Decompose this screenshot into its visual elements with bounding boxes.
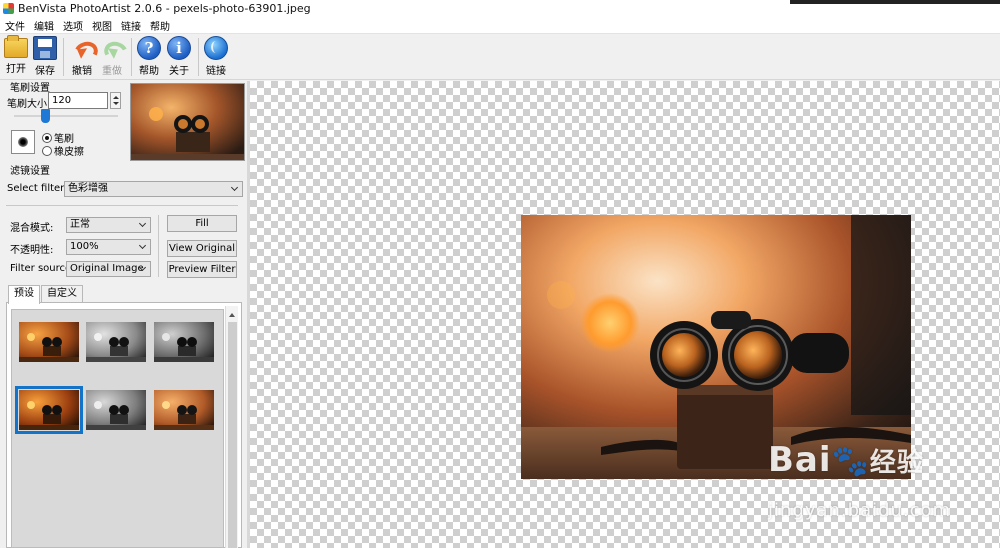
menu-view[interactable]: 视图: [87, 18, 116, 33]
toolbar-separator: [63, 38, 64, 76]
about-label: 关于: [169, 66, 189, 77]
title-bar-decoration: [790, 0, 1000, 4]
tab-presets[interactable]: 预设: [8, 285, 40, 304]
select-filter-label: Select filter:: [7, 183, 68, 194]
open-folder-icon: [4, 35, 28, 58]
undo-arrow-icon: [70, 36, 94, 60]
link-globe-icon: [204, 36, 228, 60]
brush-size-label: 笔刷大小:: [7, 99, 51, 110]
filter-source-label: Filter source:: [10, 263, 75, 274]
preset-thumbnail[interactable]: [86, 322, 146, 362]
brush-size-slider[interactable]: [14, 115, 118, 117]
preset-thumbnail-selected[interactable]: [15, 386, 83, 434]
spin-up-icon[interactable]: [113, 93, 119, 99]
open-button[interactable]: 打开: [0, 35, 32, 78]
settings-panel: 笔刷设置 笔刷大小: 120 笔刷 橡皮擦 滤镜设置 Select filter…: [0, 81, 250, 548]
select-filter-dropdown[interactable]: 色彩增强: [64, 181, 243, 197]
menu-edit[interactable]: 编辑: [29, 18, 58, 33]
toolbar: 打开 保存 撤销 重做 ? 帮助 i 关于 链接: [0, 34, 1000, 80]
preset-scrollbar[interactable]: [225, 306, 238, 548]
preset-thumbnail[interactable]: [86, 390, 146, 430]
preset-photo-warm-soft: [154, 390, 214, 430]
redo-arrow-icon: [100, 36, 124, 60]
preset-thumbnail[interactable]: [19, 322, 79, 362]
undo-button[interactable]: 撤销: [66, 36, 98, 78]
radio-selected-icon[interactable]: [42, 132, 52, 143]
brush-size-spinner[interactable]: [110, 92, 121, 109]
brush-preview: [11, 130, 35, 154]
preview-filter-button[interactable]: Preview Filter: [167, 261, 237, 278]
preset-photo-gray-mid: [86, 390, 146, 430]
opacity-dropdown[interactable]: 100%: [66, 239, 151, 255]
help-label: 帮助: [139, 66, 159, 77]
link-label: 链接: [206, 66, 226, 77]
toolbar-separator: [131, 38, 132, 76]
brush-settings-title: 笔刷设置: [10, 83, 50, 94]
save-disk-icon: [33, 36, 57, 60]
app-icon: [3, 3, 14, 14]
undo-label: 撤销: [72, 66, 92, 77]
blend-mode-dropdown[interactable]: 正常: [66, 217, 151, 233]
blend-mode-label: 混合模式:: [10, 223, 54, 234]
preset-thumbnail[interactable]: [154, 390, 214, 430]
scrollbar-thumb[interactable]: [228, 322, 237, 548]
filter-source-dropdown[interactable]: Original Image: [66, 261, 151, 277]
save-button[interactable]: 保存: [29, 36, 61, 78]
help-button[interactable]: ? 帮助: [133, 36, 165, 78]
preset-thumbnail[interactable]: [154, 322, 214, 362]
radio-unselected-icon[interactable]: [42, 145, 52, 156]
image-canvas[interactable]: [250, 81, 1000, 548]
menu-bar: 文件 编辑 选项 视图 链接 帮助: [0, 17, 1000, 34]
view-original-button[interactable]: View Original: [167, 240, 237, 257]
title-bar: BenVista PhotoArtist 2.0.6 - pexels-phot…: [0, 0, 1000, 17]
image-thumbnail: [130, 83, 245, 161]
mode-eraser-label: 橡皮擦: [54, 147, 84, 158]
about-info-icon: i: [167, 36, 191, 60]
menu-link[interactable]: 链接: [116, 18, 145, 33]
window-title: BenVista PhotoArtist 2.0.6 - pexels-phot…: [18, 2, 311, 15]
tab-custom[interactable]: 自定义: [41, 285, 83, 303]
preset-photo-gray-light: [86, 322, 146, 362]
vertical-divider: [158, 215, 159, 277]
menu-help[interactable]: 帮助: [145, 18, 174, 33]
link-button[interactable]: 链接: [200, 36, 232, 78]
toolbar-separator: [198, 38, 199, 76]
group-divider: [6, 205, 238, 206]
binoculars-photo: [521, 215, 911, 479]
brush-dot-icon: [18, 137, 28, 147]
redo-button[interactable]: 重做: [96, 36, 128, 78]
thumbnail-photo: [131, 84, 244, 160]
open-label: 打开: [6, 64, 26, 75]
spin-down-icon[interactable]: [113, 102, 119, 108]
preset-photo-warm: [19, 322, 79, 362]
brush-size-input[interactable]: 120: [48, 92, 108, 109]
menu-options[interactable]: 选项: [58, 18, 87, 33]
menu-file[interactable]: 文件: [0, 18, 29, 33]
edited-photo[interactable]: [521, 215, 911, 479]
scroll-up-icon[interactable]: [229, 310, 235, 317]
about-button[interactable]: i 关于: [163, 36, 195, 78]
mode-eraser-radio[interactable]: 橡皮擦: [42, 143, 84, 158]
redo-label: 重做: [102, 66, 122, 77]
filter-settings-title: 滤镜设置: [10, 166, 50, 177]
save-label: 保存: [35, 66, 55, 77]
preset-photo-gray-dark: [154, 322, 214, 362]
preset-photo-warm-selected: [19, 390, 79, 430]
brush-size-slider-thumb[interactable]: [41, 109, 50, 123]
fill-button[interactable]: Fill: [167, 215, 237, 232]
opacity-label: 不透明性:: [10, 245, 54, 256]
help-question-icon: ?: [137, 36, 161, 60]
preset-grid: [11, 309, 224, 548]
